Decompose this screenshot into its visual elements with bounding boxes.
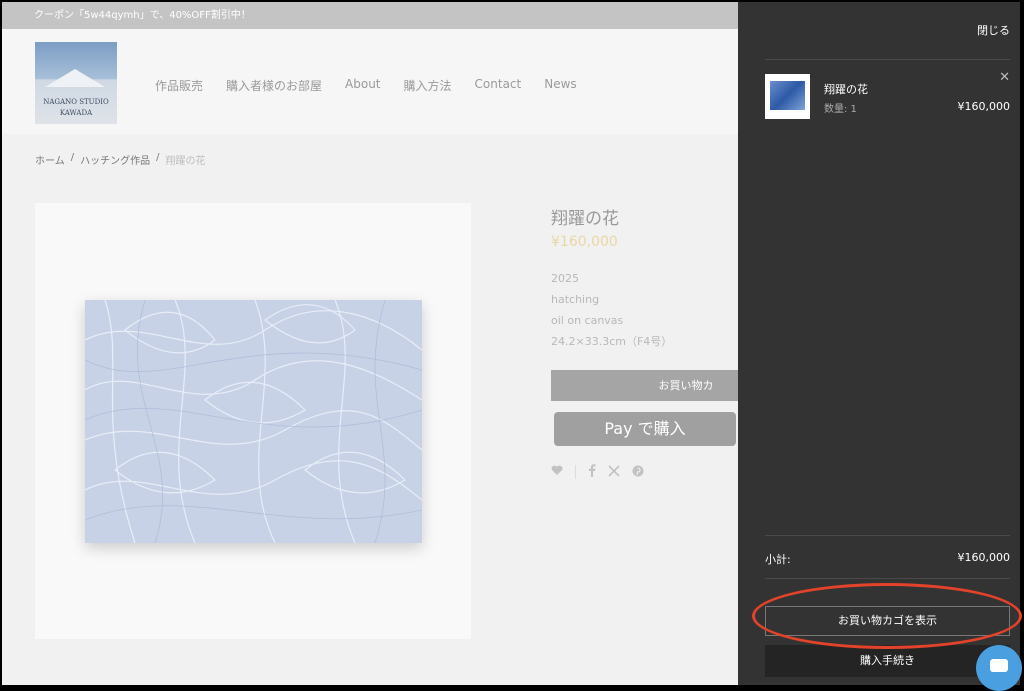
cart-item-thumbnail[interactable]	[765, 74, 810, 119]
product-price: ¥160,000	[551, 234, 618, 250]
breadcrumb: ホーム / ハッチング作品 / 翔躍の花	[35, 152, 205, 167]
apple-pay-button[interactable]: Pay で購入	[554, 412, 736, 446]
divider	[765, 59, 1010, 60]
cart-item-name[interactable]: 翔躍の花	[824, 81, 868, 97]
product-artwork-image[interactable]	[85, 300, 422, 543]
product-description: 2025 hatching oil on canvas 24.2×33.3cm（…	[551, 268, 672, 352]
breadcrumb-separator: /	[156, 152, 160, 163]
subtotal-label: 小計:	[765, 553, 791, 566]
drawer-close-button[interactable]: 閉じる	[977, 22, 1010, 38]
hatching-pattern	[85, 300, 422, 543]
share-bar	[551, 464, 644, 480]
breadcrumb-home[interactable]: ホーム	[35, 152, 65, 167]
breadcrumb-current: 翔躍の花	[165, 156, 206, 167]
chat-icon	[990, 659, 1008, 672]
breadcrumb-category[interactable]: ハッチング作品	[80, 152, 150, 167]
desc-medium: oil on canvas	[551, 314, 624, 327]
share-divider	[575, 465, 576, 479]
cart-item-price: ¥160,000	[957, 100, 1011, 113]
divider	[765, 535, 1010, 536]
nav-item-about[interactable]: About	[345, 77, 380, 94]
divider	[765, 578, 1010, 579]
close-icon[interactable]: ✕	[999, 70, 1010, 85]
heart-icon[interactable]	[551, 465, 563, 479]
product-title: 翔躍の花	[551, 209, 619, 229]
chat-button[interactable]	[976, 645, 1022, 691]
nav-item-works[interactable]: 作品販売	[155, 77, 203, 94]
desc-size: 24.2×33.3cm（F4号）	[551, 335, 673, 348]
subtotal-value: ¥160,000	[957, 551, 1011, 564]
nav-item-how-to-buy[interactable]: 購入方法	[404, 77, 452, 94]
nav-item-news[interactable]: News	[544, 77, 576, 94]
logo-text-line1: NAGANO STUDIO	[43, 98, 109, 106]
cart-item-quantity: 数量: 1	[824, 104, 857, 115]
breadcrumb-separator: /	[70, 152, 75, 163]
product-image-panel	[35, 203, 471, 639]
desc-technique: hatching	[551, 293, 600, 306]
logo-text-line2: KAWADA	[59, 109, 93, 117]
facebook-icon[interactable]	[588, 464, 596, 480]
checkout-button[interactable]: 購入手続き	[765, 645, 1010, 677]
site-logo[interactable]: NAGANO STUDIO KAWADA	[35, 42, 117, 124]
mountain-graphic	[45, 69, 105, 87]
pinterest-icon[interactable]	[632, 465, 644, 480]
main-nav: 作品販売 購入者様のお部屋 About 購入方法 Contact News	[155, 77, 577, 94]
desc-year: 2025	[551, 272, 579, 285]
nav-item-contact[interactable]: Contact	[475, 77, 522, 94]
add-to-cart-button[interactable]: お買い物カ	[551, 370, 741, 401]
x-icon[interactable]	[608, 464, 620, 480]
annotation-highlight-ellipse	[752, 583, 1022, 649]
apple-pay-label: Pay で購入	[604, 419, 686, 438]
nav-item-buyer-rooms[interactable]: 購入者様のお部屋	[226, 77, 322, 94]
thumbnail-image	[770, 81, 805, 110]
